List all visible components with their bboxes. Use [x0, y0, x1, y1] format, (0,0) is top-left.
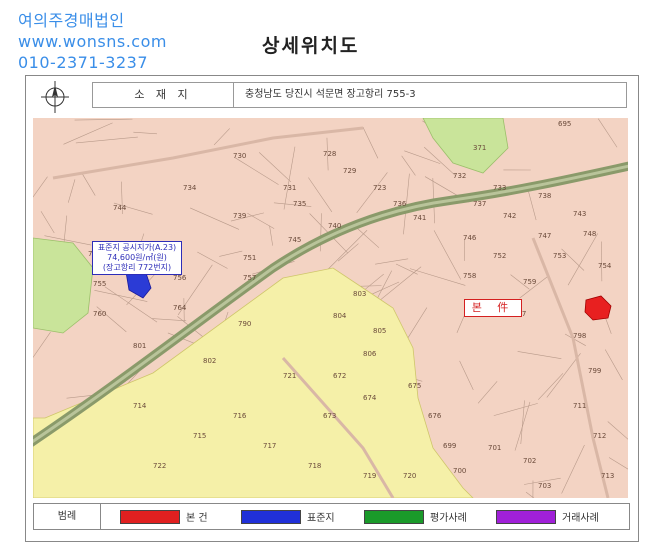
parcel-number-label: 798: [573, 332, 586, 340]
parcel-number-label: 745: [288, 236, 301, 244]
company-website[interactable]: www.wonsns.com: [18, 31, 167, 52]
subject-property-label: 본 件: [464, 299, 522, 317]
watermark: 여의주경매법인 www.wonsns.com 010-2371-3237: [18, 10, 167, 73]
legend-swatch-subject: [120, 510, 180, 524]
parcel-number-label: 735: [293, 200, 306, 208]
parcel-number-label: 712: [593, 432, 606, 440]
address-row: 소 재 지 충청남도 당진시 석문면 장고항리 755-3: [92, 82, 627, 108]
legend-label-appraisal: 평가사례: [430, 513, 467, 524]
legend-swatch-transaction: [496, 510, 556, 524]
parcel-number-label: 731: [283, 184, 296, 192]
parcel-number-label: 702: [523, 457, 536, 465]
parcel-number-label: 806: [363, 350, 377, 358]
parcel-number-label: 371: [473, 144, 486, 152]
legend-swatch-appraisal: [364, 510, 424, 524]
callout-line-2: 74,600원/㎡(원): [107, 253, 167, 262]
parcel-number-label: 672: [333, 372, 346, 380]
legend-label-transaction: 거래사례: [562, 513, 599, 524]
standard-land-callout: 표준지 공시지가(A.23) 74,600원/㎡(원) (장고항리 772번지): [92, 241, 182, 275]
parcel-number-label: 738: [538, 192, 551, 200]
parcel-number-label: 721: [283, 372, 296, 380]
parcel-number-label: 742: [503, 212, 516, 220]
parcel-number-label: 718: [308, 462, 321, 470]
parcel-number-label: 711: [573, 402, 586, 410]
parcel-number-label: 764: [173, 304, 187, 312]
parcel-number-label: 801: [133, 342, 146, 350]
parcel-number-label: 733: [493, 184, 506, 192]
company-phone: 010-2371-3237: [18, 53, 149, 72]
address-value: 충청남도 당진시 석문면 장고항리 755-3: [245, 89, 416, 100]
parcel-number-label: 790: [238, 320, 251, 328]
parcel-number-label: 714: [133, 402, 147, 410]
parcel-number-label: 717: [263, 442, 276, 450]
parcel-number-label: 753: [553, 252, 566, 260]
cadastral-map[interactable]: 695 730 728 371 729 731 723 732 733 734 735 736 737 7…: [33, 118, 628, 498]
parcel-number-label: 759: [523, 278, 536, 286]
legend-swatch-standard: [241, 510, 301, 524]
parcel-number-label: 737: [473, 200, 486, 208]
parcel-number-label: 695: [558, 120, 571, 128]
company-name: 여의주경매법인: [18, 11, 125, 30]
parcel-number-label: 744: [113, 204, 127, 212]
parcel-number-label: 701: [488, 444, 501, 452]
parcel-number-label: 752: [493, 252, 506, 260]
parcel-number-label: 757: [243, 274, 256, 282]
parcel-number-label: 715: [193, 432, 206, 440]
parcel-number-label: 676: [428, 412, 442, 420]
parcel-number-label: 713: [601, 472, 614, 480]
parcel-number-label: 740: [328, 222, 341, 230]
parcel-number-label: 739: [233, 212, 246, 220]
parcel-number-label: 802: [203, 357, 216, 365]
parcel-number-label: 699: [443, 442, 456, 450]
parcel-number-label: 673: [323, 412, 336, 420]
parcel-number-label: 805: [373, 327, 386, 335]
parcel-number-label: 719: [363, 472, 376, 480]
parcel-number-label: 674: [363, 394, 377, 402]
parcel-number-label: 799: [588, 367, 601, 375]
north-arrow-icon: [38, 80, 72, 114]
parcel-number-label: 734: [183, 184, 197, 192]
parcel-number-label: 746: [463, 234, 477, 242]
parcel-number-label: 703: [538, 482, 551, 490]
parcel-number-label: 736: [393, 200, 407, 208]
parcel-number-label: 675: [408, 382, 421, 390]
address-label: 소 재 지: [93, 83, 234, 107]
parcel-number-label: 723: [373, 184, 386, 192]
parcel-number-label: 755: [93, 280, 106, 288]
parcel-number-label: 741: [413, 214, 426, 222]
parcel-number-label: 716: [233, 412, 247, 420]
parcel-number-label: 748: [583, 230, 596, 238]
parcel-number-label: 729: [343, 167, 356, 175]
parcel-number-label: 756: [173, 274, 187, 282]
parcel-number-label: 728: [323, 150, 336, 158]
parcel-number-label: 758: [463, 272, 476, 280]
parcel-number-label: 754: [598, 262, 612, 270]
callout-line-3: (장고항리 772번지): [102, 263, 172, 272]
parcel-number-label: 803: [353, 290, 366, 298]
parcel-number-label: 747: [538, 232, 551, 240]
parcel-number-label: 722: [153, 462, 166, 470]
parcel-number-label: 720: [403, 472, 416, 480]
parcel-number-label: 760: [93, 310, 106, 318]
parcel-number-label: 732: [453, 172, 466, 180]
parcel-number-label: 743: [573, 210, 586, 218]
legend-label-standard: 표준지: [307, 513, 335, 524]
page-title: 상세위치도: [262, 35, 360, 57]
legend: 범례 본 건 표준지 평가사례 거래사례: [33, 503, 630, 530]
parcel-number-label: 804: [333, 312, 347, 320]
legend-label-subject: 본 건: [186, 513, 208, 524]
parcel-number-label: 751: [243, 254, 256, 262]
legend-title: 범례: [34, 504, 101, 529]
parcel-number-label: 730: [233, 152, 246, 160]
callout-line-1: 표준지 공시지가(A.23): [97, 243, 177, 252]
parcel-number-label: 700: [453, 467, 466, 475]
